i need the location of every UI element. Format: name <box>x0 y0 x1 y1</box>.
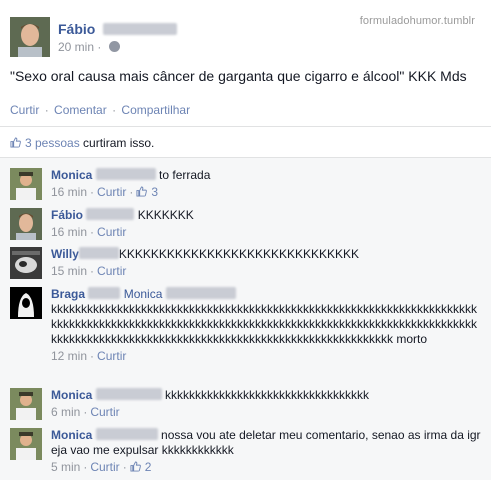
post-time[interactable]: 20 min <box>58 40 94 54</box>
comment-text: kkkkkkkkkkkkkkkkkkkkkkkkkkkkkkkkkkkkkkkk… <box>51 302 477 346</box>
comment-time[interactable]: 16 min <box>51 185 87 199</box>
likes-count-link[interactable]: 3 pessoas <box>25 136 80 150</box>
commenter-avatar[interactable] <box>10 428 42 460</box>
comment-like-button[interactable]: Curtir <box>97 349 126 363</box>
share-button[interactable]: Compartilhar <box>121 103 190 117</box>
commenter-name[interactable]: Monica <box>51 168 92 182</box>
post-author-name[interactable]: Fábio <box>58 21 95 37</box>
comment-meta: 16 min · Curtir <box>51 225 127 239</box>
comment-time[interactable]: 5 min <box>51 460 80 474</box>
commenter-avatar[interactable] <box>10 287 42 319</box>
comment-like-button[interactable]: Curtir <box>97 225 126 239</box>
comment-like-button[interactable]: Curtir <box>90 405 119 419</box>
comment-body: Monica nossa vou ate deletar meu comenta… <box>51 428 481 475</box>
divider <box>0 157 491 158</box>
post-actions: Curtir · Comentar · Compartilhar <box>10 103 191 117</box>
likes-suffix: curtiram isso. <box>83 136 155 150</box>
redacted-surname <box>95 428 158 440</box>
likes-summary: 3 pessoas curtiram isso. <box>10 136 154 150</box>
redacted-surname <box>165 287 236 299</box>
comment-meta: 12 min · Curtir <box>51 349 127 363</box>
commenter-avatar[interactable] <box>10 168 42 200</box>
comment-meta: 16 min · Curtir · 3 <box>51 185 159 199</box>
post-status: "Sexo oral causa mais câncer de garganta… <box>10 68 467 84</box>
comment-body: Willy KKKKKKKKKKKKKKKKKKKKKKKKKKKKKK 15 m… <box>51 247 481 279</box>
comment-time[interactable]: 15 min <box>51 264 87 278</box>
comment-time[interactable]: 16 min <box>51 225 87 239</box>
commenter-name[interactable]: Fábio <box>51 208 83 222</box>
comment-like-button[interactable]: Curtir <box>97 264 126 278</box>
thumbs-up-icon <box>130 461 141 472</box>
comment-body: Braga Monica kkkkkkkkkkkkkkkkkkkkkkkkkkk… <box>51 287 481 364</box>
commenter-name[interactable]: Willy <box>51 247 79 261</box>
mention-link[interactable]: Monica <box>124 287 163 301</box>
commenter-avatar[interactable] <box>10 247 42 279</box>
redacted-surname <box>95 168 156 180</box>
like-button[interactable]: Curtir <box>10 103 39 117</box>
comment-text: KKKKKKKKKKKKKKKKKKKKKKKKKKKKKK <box>118 247 360 261</box>
comment-meta: 6 min · Curtir <box>51 405 120 419</box>
comment-like-count[interactable]: 2 <box>145 460 152 474</box>
comment-meta: 5 min · Curtir · 2 <box>51 460 152 474</box>
comment-text: to ferrada <box>159 168 211 182</box>
facebook-post: formuladohumor.tumblr Fábio 20 min · "Se… <box>0 0 491 480</box>
post-author[interactable]: Fábio <box>58 21 178 37</box>
comment-like-count[interactable]: 3 <box>151 185 158 199</box>
comment-time[interactable]: 12 min <box>51 349 87 363</box>
comment-body: Fábio KKKKKKK 16 min · Curtir <box>51 208 481 240</box>
comment-like-button[interactable]: Curtir <box>90 460 119 474</box>
comment-text: kkkkkkkkkkkkkkkkkkkkkkkkkkkkkkkkkk <box>165 388 370 402</box>
comment-time[interactable]: 6 min <box>51 405 80 419</box>
redacted-surname <box>95 388 162 400</box>
post-meta: 20 min · <box>58 40 120 54</box>
commenter-name[interactable]: Braga <box>51 287 85 301</box>
redacted-surname <box>86 208 135 220</box>
redacted-surname <box>78 247 119 259</box>
comment-body: Monica kkkkkkkkkkkkkkkkkkkkkkkkkkkkkkkkk… <box>51 388 481 420</box>
redacted-surname <box>88 287 121 299</box>
redacted-surname <box>103 23 178 35</box>
comment-like-button[interactable]: Curtir <box>97 185 126 199</box>
commenter-avatar[interactable] <box>10 208 42 240</box>
thumbs-up-icon <box>10 137 21 148</box>
thumbs-up-icon <box>136 186 148 197</box>
comment-text: KKKKKKK <box>137 208 194 222</box>
globe-icon <box>108 41 120 52</box>
commenter-avatar[interactable] <box>10 388 42 420</box>
divider <box>0 126 491 127</box>
comment-meta: 15 min · Curtir <box>51 264 127 278</box>
comment-button[interactable]: Comentar <box>54 103 107 117</box>
commenter-name[interactable]: Monica <box>51 428 92 442</box>
commenter-name[interactable]: Monica <box>51 388 92 402</box>
comment-body: Monica to ferrada 16 min · Curtir · 3 <box>51 168 481 200</box>
author-avatar[interactable] <box>10 17 50 57</box>
watermark: formuladohumor.tumblr <box>359 15 475 27</box>
